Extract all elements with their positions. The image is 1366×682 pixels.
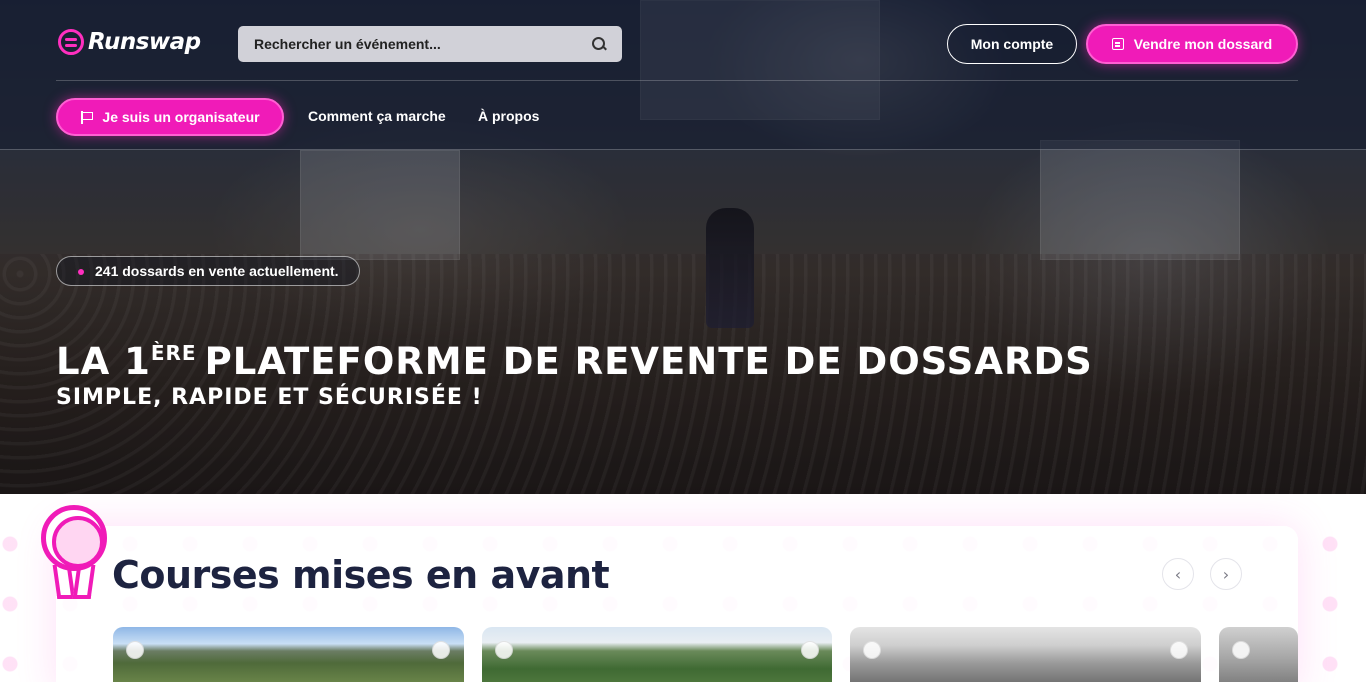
search-placeholder: Rechercher un événement... — [254, 36, 441, 52]
hero-title: LA 1ÈRE PLATEFORME DE REVENTE DE DOSSARDS — [56, 330, 1093, 385]
race-card[interactable] — [1219, 627, 1298, 682]
hero-subtitle: SIMPLE, RAPIDE ET SÉCURISÉE ! — [56, 385, 483, 410]
nav-about[interactable]: À propos — [478, 108, 539, 124]
favorite-icon[interactable] — [432, 641, 450, 659]
featured-title: Courses mises en avant — [112, 553, 610, 597]
nav-how-it-works[interactable]: Comment ça marche — [308, 108, 446, 124]
top-navigation: Runswap Rechercher un événement... Mon c… — [0, 0, 1366, 150]
award-ribbon-icon — [41, 505, 107, 599]
hero-title-rest: PLATEFORME DE REVENTE DE DOSSARDS — [204, 340, 1093, 383]
organizer-label: Je suis un organisateur — [102, 109, 260, 125]
status-dot-icon — [78, 269, 84, 275]
race-card[interactable] — [113, 627, 464, 682]
favorite-icon[interactable] — [801, 641, 819, 659]
account-button[interactable]: Mon compte — [947, 24, 1077, 64]
carousel-prev-button[interactable]: ‹ — [1162, 558, 1194, 590]
favorite-icon[interactable] — [1170, 641, 1188, 659]
flag-icon — [80, 110, 94, 124]
logo[interactable]: Runswap — [58, 29, 201, 55]
header-divider — [56, 80, 1298, 81]
bib-icon — [1111, 38, 1124, 50]
card-badge-icon — [863, 641, 881, 659]
carousel-next-button[interactable]: › — [1210, 558, 1242, 590]
hero-title-superscript: ÈRE — [150, 341, 197, 365]
race-card[interactable] — [850, 627, 1201, 682]
logo-text: Runswap — [88, 29, 201, 55]
bibs-count-text: 241 dossards en vente actuellement. — [95, 263, 339, 279]
race-card[interactable] — [482, 627, 832, 682]
logo-icon — [58, 29, 84, 55]
bibs-count-badge: 241 dossards en vente actuellement. — [56, 256, 360, 286]
organizer-button[interactable]: Je suis un organisateur — [56, 98, 284, 136]
search-input[interactable]: Rechercher un événement... — [238, 26, 622, 62]
hero-title-prefix: LA 1 — [56, 340, 151, 383]
sell-bib-label: Vendre mon dossard — [1133, 36, 1273, 52]
card-badge-icon — [495, 641, 513, 659]
sell-bib-button[interactable]: Vendre mon dossard — [1086, 24, 1298, 64]
card-badge-icon — [1232, 641, 1250, 659]
card-badge-icon — [126, 641, 144, 659]
search-icon[interactable] — [592, 37, 606, 51]
